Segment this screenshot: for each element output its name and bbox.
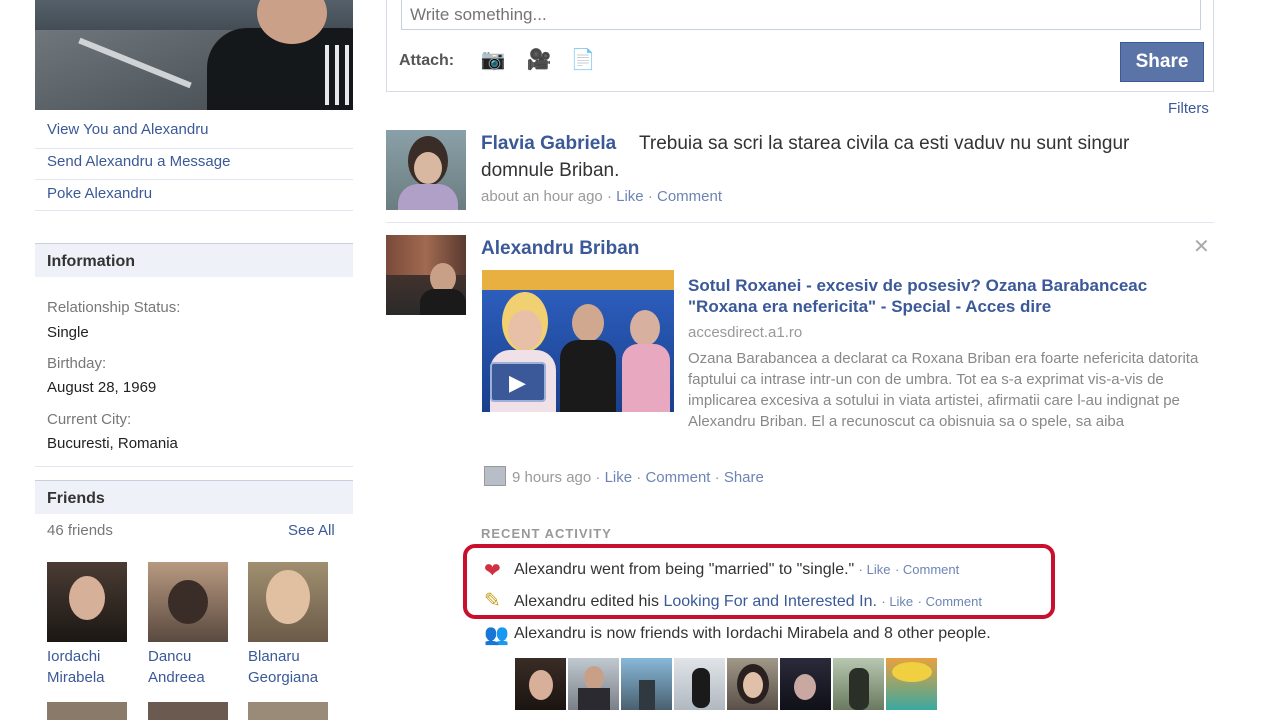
photo-stripe: [335, 45, 339, 105]
link-title[interactable]: Sotul Roxanei - excesiv de posesiv? Ozan…: [688, 276, 1147, 296]
photo-stripe: [345, 45, 349, 105]
information-header: Information: [35, 243, 353, 277]
heart-icon: ❤: [484, 560, 501, 582]
avatar[interactable]: [386, 130, 466, 210]
share-link[interactable]: Share: [724, 469, 764, 486]
post-timestamp[interactable]: 9 hours ago: [512, 469, 591, 486]
photo-stripe: [325, 45, 329, 105]
friend-name[interactable]: Blanaru Georgiana: [248, 646, 318, 688]
see-all-friends-link[interactable]: See All: [288, 522, 335, 539]
friend-last-name[interactable]: Georgiana: [248, 667, 318, 688]
friend-photo[interactable]: [780, 658, 831, 710]
post-meta: about an hour ago · Like · Comment: [481, 188, 723, 205]
friends-header: Friends: [35, 480, 353, 514]
looking-for-link[interactable]: Looking For and Interested In.: [663, 593, 876, 610]
friend-photo[interactable]: [148, 562, 228, 642]
share-button[interactable]: Share: [1120, 42, 1204, 82]
link-domain: accesdirect.a1.ro: [688, 324, 803, 341]
link-title-line-2[interactable]: "Roxana era nefericita" - Special - Acce…: [688, 297, 1051, 317]
status-input[interactable]: [401, 0, 1201, 30]
friend-last-name[interactable]: Mirabela: [47, 667, 105, 688]
friend-photo[interactable]: [248, 702, 328, 720]
activity-item: Alexandru edited his Looking For and Int…: [514, 593, 982, 610]
video-thumbnail[interactable]: ▶: [482, 270, 674, 412]
poke-link[interactable]: Poke Alexandru: [47, 185, 152, 202]
send-message-link[interactable]: Send Alexandru a Message: [47, 153, 230, 170]
photo-background: [35, 30, 235, 110]
close-icon[interactable]: ✕: [1193, 234, 1210, 259]
birthday-value: August 28, 1969: [47, 379, 157, 396]
activity-text: Alexandru went from being "married" to "…: [514, 561, 855, 578]
avatar[interactable]: [386, 235, 466, 315]
divider: [386, 222, 1214, 223]
activity-text: Alexandru edited his: [514, 593, 664, 610]
pencil-icon: ✎: [484, 590, 501, 612]
post-meta: 9 hours ago · Like · Comment · Share: [484, 466, 764, 486]
friend-photo[interactable]: [47, 702, 127, 720]
friend-photo[interactable]: [568, 658, 619, 710]
post-timestamp[interactable]: about an hour ago: [481, 188, 603, 205]
comment-link[interactable]: Comment: [926, 594, 982, 609]
city-value: Bucuresti, Romania: [47, 435, 178, 452]
information-heading: Information: [47, 253, 135, 270]
friend-name[interactable]: Dancu Andreea: [148, 646, 205, 688]
divider: [35, 179, 353, 180]
photo-attach-icon[interactable]: 📷: [480, 48, 506, 72]
post-author[interactable]: Alexandru Briban: [481, 238, 639, 260]
post-text: Trebuia sa scri la starea civila ca esti…: [481, 133, 1130, 181]
city-label: Current City:: [47, 411, 132, 428]
friend-photo[interactable]: [248, 562, 328, 642]
like-link[interactable]: Like: [605, 469, 633, 486]
friends-heading[interactable]: Friends: [47, 490, 105, 508]
filters-link[interactable]: Filters: [1168, 100, 1209, 117]
friend-photo[interactable]: [621, 658, 672, 710]
comment-link[interactable]: Comment: [657, 188, 722, 205]
play-button[interactable]: ▶: [490, 362, 546, 402]
friends-icon: 👥: [484, 624, 509, 646]
friend-first-name[interactable]: Dancu: [148, 646, 205, 667]
like-link[interactable]: Like: [867, 562, 891, 577]
relationship-label: Relationship Status:: [47, 299, 181, 316]
recent-activity-heading: RECENT ACTIVITY: [481, 526, 612, 541]
friends-count[interactable]: 46 friends: [47, 522, 113, 539]
relationship-value: Single: [47, 324, 89, 341]
attach-label: Attach:: [399, 52, 455, 69]
friend-photo[interactable]: [727, 658, 778, 710]
video-attach-icon[interactable]: 🎥: [526, 48, 552, 72]
activity-item: Alexandru went from being "married" to "…: [514, 561, 960, 578]
divider: [35, 148, 353, 149]
status-composer: Attach: 📷 🎥 📄 Share: [386, 0, 1214, 92]
friend-photo[interactable]: [833, 658, 884, 710]
friend-name[interactable]: Iordachi Mirabela: [47, 646, 105, 688]
friend-first-name[interactable]: Blanaru: [248, 646, 318, 667]
divider: [35, 210, 353, 211]
divider: [35, 466, 353, 467]
like-link[interactable]: Like: [616, 188, 644, 205]
friend-photo[interactable]: [886, 658, 937, 710]
link-description: Ozana Barabancea a declarat ca Roxana Br…: [688, 350, 1199, 430]
friend-photo[interactable]: [148, 702, 228, 720]
profile-photo[interactable]: [35, 0, 353, 110]
like-link[interactable]: Like: [889, 594, 913, 609]
friend-photo[interactable]: [674, 658, 725, 710]
view-you-and-friend-link[interactable]: View You and Alexandru: [47, 121, 209, 138]
friend-photo[interactable]: [47, 562, 127, 642]
birthday-label: Birthday:: [47, 355, 107, 372]
video-type-icon: [484, 466, 506, 486]
comment-link[interactable]: Comment: [645, 469, 710, 486]
comment-link[interactable]: Comment: [903, 562, 959, 577]
link-attach-icon[interactable]: 📄: [570, 48, 596, 72]
friend-first-name[interactable]: Iordachi: [47, 646, 105, 667]
play-icon: ▶: [509, 370, 526, 395]
friend-photo[interactable]: [515, 658, 566, 710]
activity-text: Alexandru is now friends with Iordachi M…: [514, 625, 991, 642]
friend-last-name[interactable]: Andreea: [148, 667, 205, 688]
